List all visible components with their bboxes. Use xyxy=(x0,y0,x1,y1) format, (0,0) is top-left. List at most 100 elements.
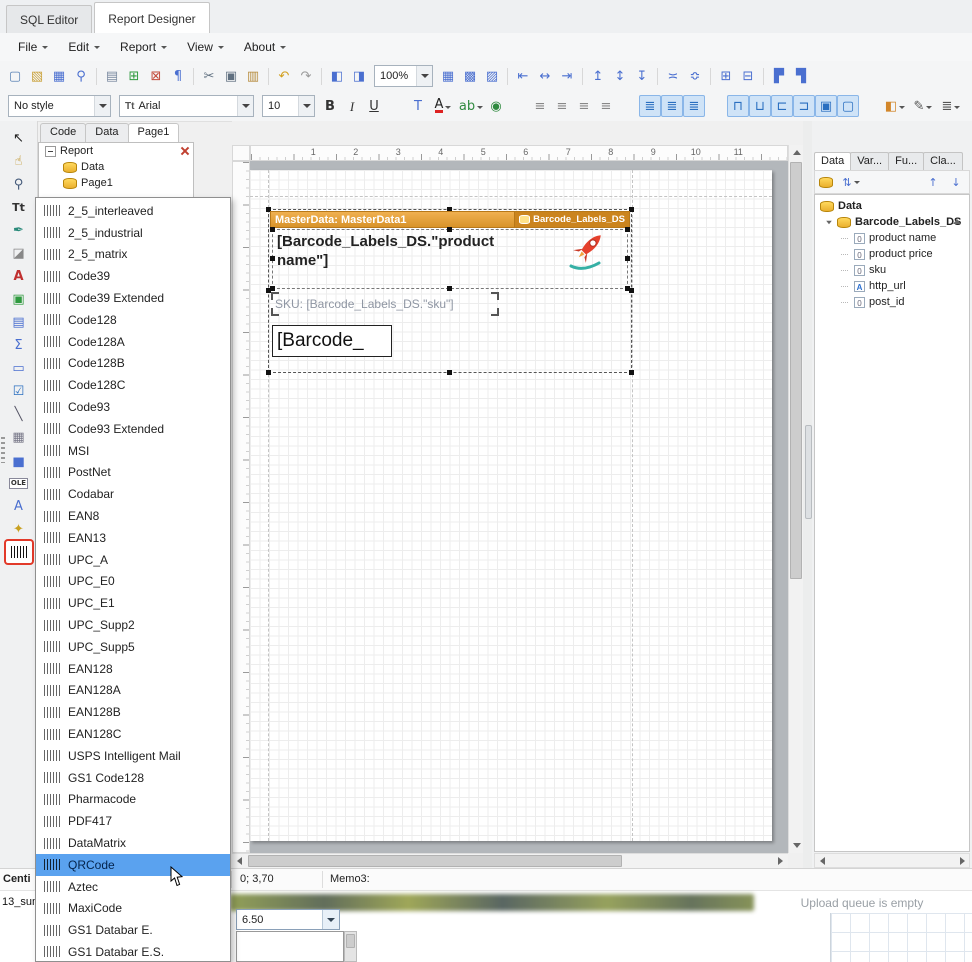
panel-splitter[interactable] xyxy=(803,121,812,868)
line-object-icon[interactable]: ╲ xyxy=(6,403,32,425)
barcode-menu-item[interactable]: Code128B xyxy=(36,353,230,375)
frame-right-icon[interactable]: ⊐ xyxy=(793,95,815,117)
field-node[interactable]: 0 product name xyxy=(815,230,969,246)
barcode-object-icon[interactable] xyxy=(6,541,32,563)
line-color-icon[interactable]: ✎ xyxy=(909,95,937,117)
underline-button[interactable]: U xyxy=(363,95,385,117)
barcode-menu-item[interactable]: 2_5_industrial xyxy=(36,222,230,244)
format-painter-icon[interactable]: ✒ xyxy=(6,219,32,241)
datasource-icon[interactable] xyxy=(818,173,834,191)
toolbar-button[interactable] xyxy=(759,65,768,87)
barcode-menu-item[interactable]: EAN128 xyxy=(36,658,230,680)
barcode-menu-item[interactable]: PDF417 xyxy=(36,810,230,832)
size-combo[interactable]: 6.50 xyxy=(236,909,340,930)
collapse-icon[interactable] xyxy=(953,219,961,224)
scroll-right-icon[interactable] xyxy=(955,854,969,867)
barcode-menu-item[interactable]: Code93 xyxy=(36,396,230,418)
barcode-menu-item[interactable]: UPC_Supp5 xyxy=(36,636,230,658)
dialog-control-icon[interactable]: ✦ xyxy=(6,518,32,540)
selection-handle[interactable] xyxy=(625,286,630,291)
snap-to-grid-icon[interactable]: ▩ xyxy=(459,65,481,87)
frame-top-icon[interactable]: ⊓ xyxy=(727,95,749,117)
new-page-icon[interactable]: ▤ xyxy=(101,65,123,87)
window-tab[interactable]: Report Designer xyxy=(94,2,209,34)
italic-button[interactable]: I xyxy=(341,95,363,117)
toolbar-button[interactable] xyxy=(317,65,326,87)
barcode-menu-item[interactable]: 2_5_matrix xyxy=(36,244,230,266)
barcode-menu-item[interactable]: EAN128A xyxy=(36,680,230,702)
data-panel-tab[interactable]: Cla... xyxy=(923,152,963,170)
barcode-menu-item[interactable]: PostNet xyxy=(36,462,230,484)
align-text-center-icon[interactable]: ≡ xyxy=(551,95,573,117)
barcode-menu-item[interactable]: EAN8 xyxy=(36,505,230,527)
report-page[interactable]: MasterData: MasterData1 Barcode_Labels_D… xyxy=(250,170,772,841)
splitter-grip[interactable] xyxy=(805,425,812,519)
barcode-menu-item[interactable]: MSI xyxy=(36,440,230,462)
sort-icon[interactable]: ⇅ xyxy=(837,173,865,191)
barcode-menu-item[interactable]: GS1 Databar E.S. xyxy=(36,941,230,962)
selection-handle[interactable] xyxy=(629,370,634,375)
open-file-icon[interactable]: ▧ xyxy=(26,65,48,87)
field-node[interactable]: 0 post_id xyxy=(815,294,969,310)
align-text-middle-icon[interactable]: ≣ xyxy=(661,95,683,117)
frame-style-icon[interactable]: ≣ xyxy=(937,95,965,117)
barcode-menu-item[interactable]: Code93 Extended xyxy=(36,418,230,440)
data-panel-scrollbar[interactable] xyxy=(814,853,970,868)
horizontal-scroll-thumb[interactable] xyxy=(248,855,622,867)
style-tool-icon[interactable]: ◪ xyxy=(6,242,32,264)
new-report-icon[interactable]: ▢ xyxy=(4,65,26,87)
selection-handle[interactable] xyxy=(266,370,271,375)
text-rotation-icon[interactable]: T xyxy=(407,95,429,117)
page-tab[interactable]: Code xyxy=(40,123,86,142)
report-tree-item[interactable]: Data xyxy=(39,159,193,175)
toolbar-button[interactable] xyxy=(653,65,662,87)
menubar-item[interactable]: File xyxy=(10,37,56,57)
menubar-item[interactable]: About xyxy=(236,37,294,57)
barcode-menu-item[interactable]: USPS Intelligent Mail xyxy=(36,745,230,767)
highlight-condition-icon[interactable]: ab xyxy=(457,95,485,117)
text-object-icon[interactable]: A xyxy=(6,265,32,287)
frame-all-icon[interactable]: ▣ xyxy=(815,95,837,117)
table-object-icon[interactable]: ▦ xyxy=(6,426,32,448)
align-h-centers-icon[interactable]: ↔ xyxy=(534,65,556,87)
selection-handle[interactable] xyxy=(625,256,630,261)
field-node[interactable]: A http_url xyxy=(815,278,969,294)
select-tool-icon[interactable]: ↖ xyxy=(6,127,32,149)
frame-bottom-icon[interactable]: ⊔ xyxy=(749,95,771,117)
barcode-menu-item[interactable]: GS1 Code128 xyxy=(36,767,230,789)
save-icon[interactable]: ▦ xyxy=(48,65,70,87)
frame-none-icon[interactable]: ▢ xyxy=(837,95,859,117)
font-color-icon[interactable]: A xyxy=(429,95,457,117)
checkbox-object-icon[interactable]: ☑ xyxy=(6,380,32,402)
bold-button[interactable]: B xyxy=(319,95,341,117)
toolbar-button[interactable] xyxy=(617,95,639,117)
picture-object-icon[interactable]: ▣ xyxy=(6,288,32,310)
expander-icon[interactable] xyxy=(826,220,832,224)
barcode-menu-item[interactable]: UPC_E0 xyxy=(36,571,230,593)
align-text-bottom-icon[interactable]: ≣ xyxy=(683,95,705,117)
undo-icon[interactable]: ↶ xyxy=(273,65,295,87)
ole-object-icon[interactable]: OLE xyxy=(6,472,32,494)
chart-object-icon[interactable]: ▅ xyxy=(6,449,32,471)
vertical-scroll-thumb[interactable] xyxy=(790,162,802,579)
align-left-edges-icon[interactable]: ⇤ xyxy=(512,65,534,87)
barcode-menu-item[interactable]: Codabar xyxy=(36,483,230,505)
group-icon[interactable]: ◧ xyxy=(326,65,348,87)
barcode-menu-item[interactable]: 2_5_interleaved xyxy=(36,200,230,222)
page-tab[interactable]: Data xyxy=(85,123,128,142)
toolbar-button[interactable] xyxy=(705,95,727,117)
align-v-centers-icon[interactable]: ↕ xyxy=(609,65,631,87)
data-panel-tab[interactable]: Data xyxy=(814,152,851,170)
barcode-menu-item[interactable]: Code128A xyxy=(36,331,230,353)
font-size-dropdown-icon[interactable] xyxy=(298,96,314,116)
vertical-scrollbar[interactable] xyxy=(788,145,803,853)
selection-handle[interactable] xyxy=(270,256,275,261)
horizontal-scrollbar[interactable] xyxy=(232,853,788,868)
rich-text-icon[interactable]: ▭ xyxy=(6,357,32,379)
order-down-icon[interactable]: ↓ xyxy=(946,173,966,191)
barcode-menu-item[interactable]: QRCode xyxy=(36,854,230,876)
barcode-menu-item[interactable]: Code128C xyxy=(36,374,230,396)
close-icon[interactable] xyxy=(180,146,190,156)
barcode-menu-item[interactable]: EAN13 xyxy=(36,527,230,549)
toolbar-button[interactable] xyxy=(507,95,529,117)
